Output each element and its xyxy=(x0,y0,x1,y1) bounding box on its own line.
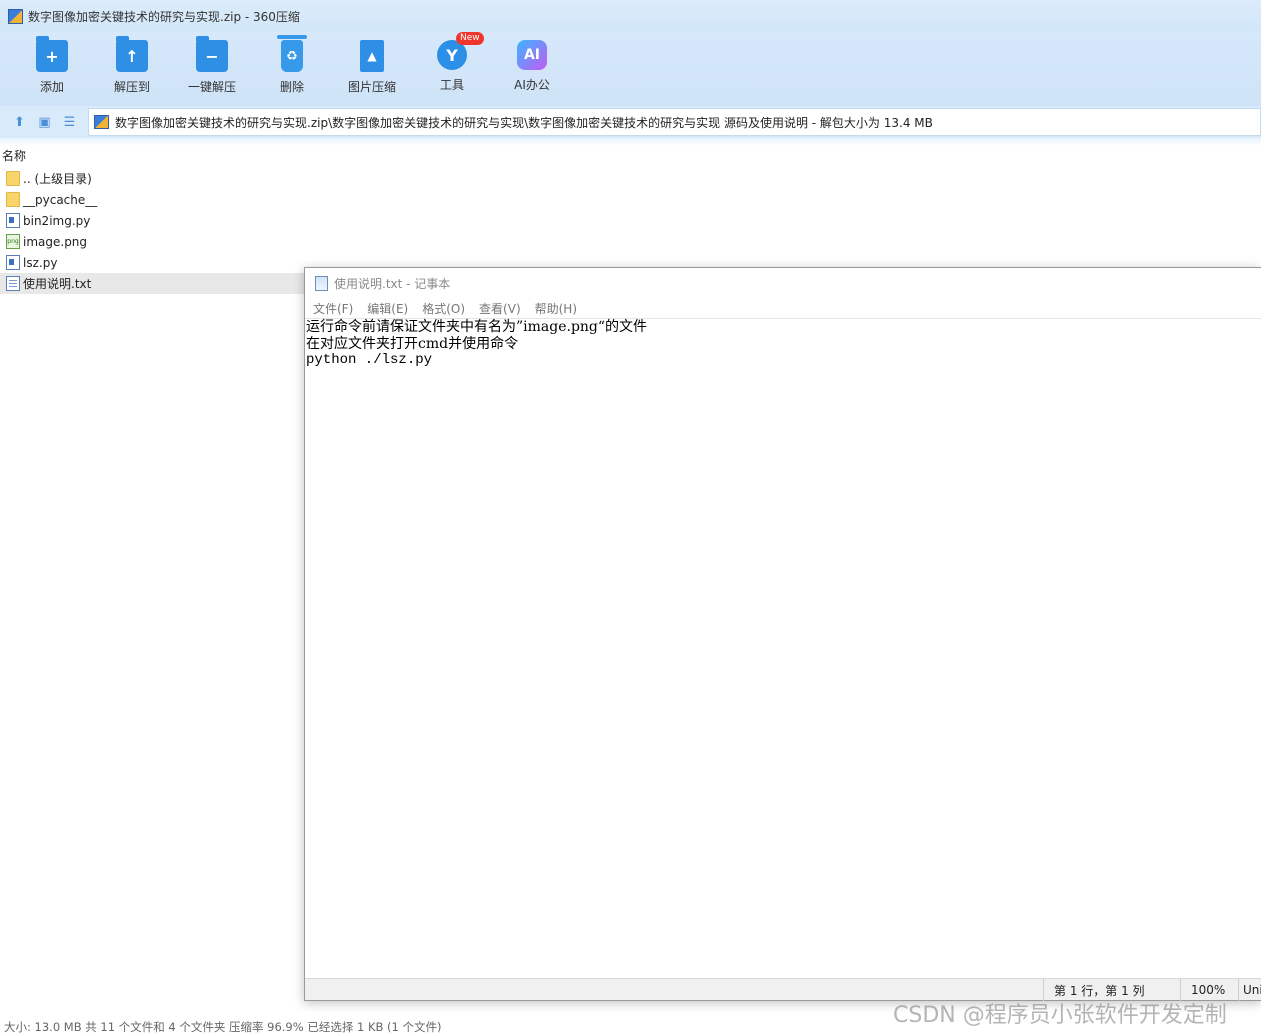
window-title: 数字图像加密关键技术的研究与实现.zip - 360压缩 xyxy=(28,9,300,24)
list-item-pycache[interactable]: __pycache__ xyxy=(0,189,304,210)
tools-button[interactable]: Y New 工具 xyxy=(412,32,492,106)
list-item-parent-dir[interactable]: .. (上级目录) xyxy=(0,168,304,189)
one-click-extract-button[interactable]: − 一键解压 xyxy=(172,32,252,106)
add-label: 添加 xyxy=(39,80,64,94)
list-view-icon[interactable]: ☰ xyxy=(57,110,82,134)
csdn-watermark: CSDN @程序员小张软件开发定制 xyxy=(893,1003,1227,1028)
ai-office-label: AI办公 xyxy=(514,78,550,92)
app-titlebar: 数字图像加密关键技术的研究与实现.zip - 360压缩 xyxy=(0,0,1261,32)
one-click-extract-icon: − xyxy=(196,36,228,72)
menu-view[interactable]: 查看(V) xyxy=(479,300,521,317)
text-line: 在对应文件夹打开cmd并使用命令 xyxy=(306,335,519,352)
main-toolbar: + 添加 ↑ 解压到 − 一键解压 ♻ 删除 ▲ 图片压缩 Y New 工具 A… xyxy=(0,32,1261,106)
thumbnail-view-icon[interactable]: ▣ xyxy=(32,110,57,134)
folder-icon xyxy=(6,192,20,207)
file-name: .. (上级目录) xyxy=(23,172,92,186)
notepad-titlebar[interactable]: 使用说明.txt - 记事本 xyxy=(305,268,1261,298)
image-compress-icon: ▲ xyxy=(360,40,384,72)
archive-status-bar: 大小: 13.0 MB 共 11 个文件和 4 个文件夹 压缩率 96.9% 已… xyxy=(4,1020,442,1034)
notepad-title: 使用说明.txt - 记事本 xyxy=(334,276,451,291)
notepad-window: 使用说明.txt - 记事本 文件(F) 编辑(E) 格式(O) 查看(V) 帮… xyxy=(304,267,1261,1001)
menu-format[interactable]: 格式(O) xyxy=(422,300,465,317)
menu-help[interactable]: 帮助(H) xyxy=(535,300,577,317)
list-header-strip xyxy=(0,138,1261,146)
up-arrow-icon[interactable]: ⬆ xyxy=(7,110,32,134)
address-bar[interactable]: 数字图像加密关键技术的研究与实现.zip\数字图像加密关键技术的研究与实现\数字… xyxy=(88,108,1261,136)
zip-file-icon xyxy=(94,115,109,129)
add-icon: + xyxy=(36,36,68,72)
text-line: 运行命令前请保证文件夹中有名为”image.png“的文件 xyxy=(306,319,648,335)
file-name: bin2img.py xyxy=(23,213,91,228)
list-item-readme-txt[interactable]: 使用说明.txt xyxy=(0,273,304,294)
delete-icon: ♻ xyxy=(277,35,307,72)
text-line: python ./lsz.py xyxy=(306,352,433,368)
image-compress-button[interactable]: ▲ 图片压缩 xyxy=(332,32,412,106)
list-item-bin2img[interactable]: bin2img.py xyxy=(0,210,304,231)
address-path: 数字图像加密关键技术的研究与实现.zip\数字图像加密关键技术的研究与实现\数字… xyxy=(115,115,933,130)
zip-app-icon xyxy=(8,8,23,24)
navigation-bar: ⬆ ▣ ☰ 数字图像加密关键技术的研究与实现.zip\数字图像加密关键技术的研究… xyxy=(0,106,1261,138)
text-file-icon xyxy=(6,276,20,291)
ai-office-button[interactable]: AI AI办公 xyxy=(492,32,572,106)
extract-to-icon: ↑ xyxy=(116,36,148,72)
tools-label: 工具 xyxy=(439,78,464,92)
file-name: 使用说明.txt xyxy=(23,277,92,291)
file-name: image.png xyxy=(23,234,88,249)
list-item-image-png[interactable]: png image.png xyxy=(0,231,304,252)
notepad-menubar: 文件(F) 编辑(E) 格式(O) 查看(V) 帮助(H) xyxy=(305,298,1261,318)
column-header-name[interactable]: 名称 xyxy=(2,147,26,164)
menu-edit[interactable]: 编辑(E) xyxy=(367,300,408,317)
file-list: .. (上级目录) __pycache__ bin2img.py png ima… xyxy=(0,168,304,294)
new-badge: New xyxy=(456,32,484,45)
encoding: Unicode xyxy=(1238,979,1261,1001)
png-file-icon: png xyxy=(6,234,20,249)
image-compress-label: 图片压缩 xyxy=(347,80,396,94)
list-item-lsz[interactable]: lsz.py xyxy=(0,252,304,273)
delete-label: 删除 xyxy=(279,80,304,94)
python-file-icon xyxy=(6,213,20,228)
folder-icon xyxy=(6,171,20,186)
notepad-text-area[interactable]: 运行命令前请保证文件夹中有名为”image.png“的文件 在对应文件夹打开cm… xyxy=(305,318,1261,980)
extract-to-button[interactable]: ↑ 解压到 xyxy=(92,32,172,106)
notepad-icon xyxy=(315,275,328,291)
menu-file[interactable]: 文件(F) xyxy=(313,300,353,317)
file-name: __pycache__ xyxy=(23,192,98,207)
file-name: lsz.py xyxy=(23,255,58,270)
add-button[interactable]: + 添加 xyxy=(12,32,92,106)
delete-button[interactable]: ♻ 删除 xyxy=(252,32,332,106)
python-file-icon xyxy=(6,255,20,270)
ai-office-icon: AI xyxy=(517,40,547,70)
one-click-extract-label: 一键解压 xyxy=(187,80,236,94)
extract-to-label: 解压到 xyxy=(113,80,150,94)
